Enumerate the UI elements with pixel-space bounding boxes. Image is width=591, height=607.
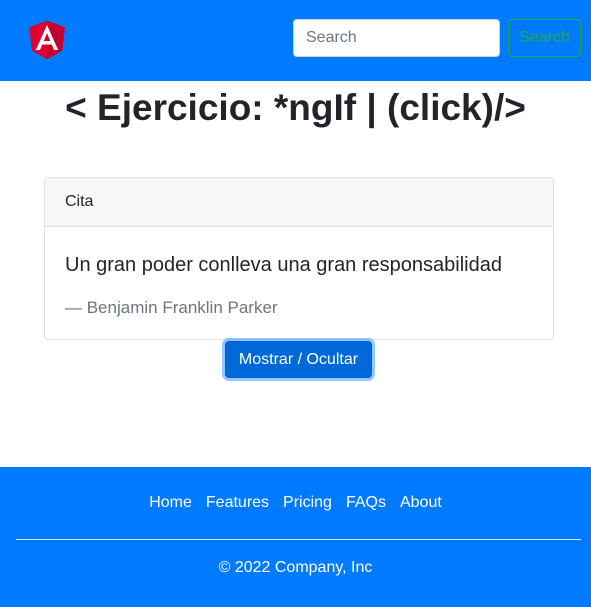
search-button[interactable]: Search xyxy=(508,19,581,57)
angular-logo-icon[interactable] xyxy=(23,15,71,63)
card-header: Cita xyxy=(45,178,553,227)
footer-link-home[interactable]: Home xyxy=(149,491,192,515)
footer-nav: Home Features Pricing FAQs About xyxy=(0,491,591,515)
footer-link-features[interactable]: Features xyxy=(206,491,269,515)
quote-text: Un gran poder conlleva una gran responsa… xyxy=(65,254,502,276)
page-title: < Ejercicio: *ngIf | (click)/> xyxy=(65,87,526,128)
footer-divider xyxy=(16,539,581,540)
search-input[interactable] xyxy=(293,19,500,57)
quote-author: — Benjamin Franklin Parker xyxy=(65,298,278,317)
footer-link-pricing[interactable]: Pricing xyxy=(283,491,332,515)
footer: Home Features Pricing FAQs About © 2022 … xyxy=(0,467,591,607)
footer-link-about[interactable]: About xyxy=(400,491,442,515)
copyright-text: © 2022 Company, Inc xyxy=(218,559,373,576)
top-navbar: Search xyxy=(0,0,591,81)
quote-card: Cita Un gran poder conlleva una gran res… xyxy=(44,177,554,340)
toggle-quote-button[interactable]: Mostrar / Ocultar xyxy=(225,341,372,378)
footer-link-faqs[interactable]: FAQs xyxy=(346,491,386,515)
